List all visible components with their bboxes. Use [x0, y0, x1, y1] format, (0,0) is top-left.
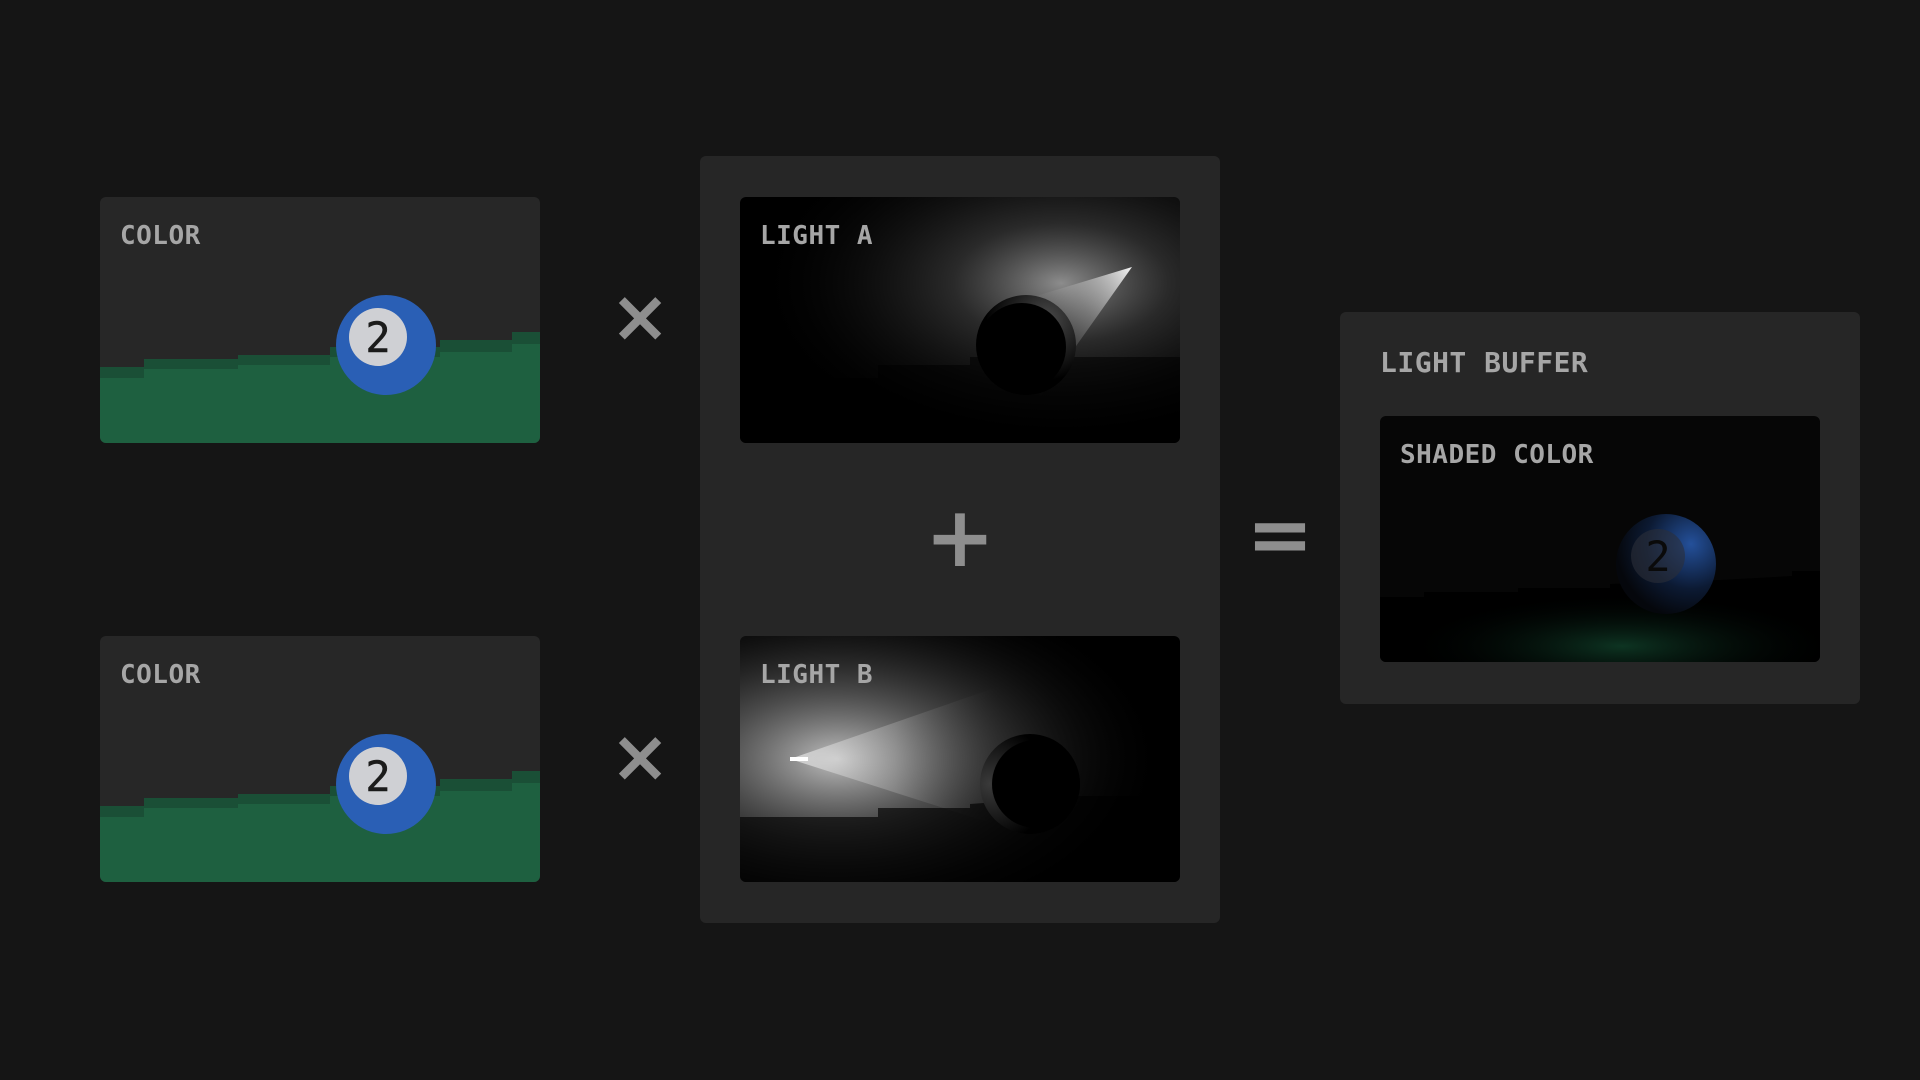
light-b-source	[790, 757, 808, 761]
shaded-color-panel: 2 SHADED COLOR	[1380, 416, 1820, 662]
panel-label: COLOR	[120, 221, 201, 251]
light-b-ball-core	[992, 740, 1080, 828]
panel-label: COLOR	[120, 660, 201, 690]
color-panel-bottom: 2 COLOR	[100, 636, 540, 882]
light-b-panel: LIGHT B	[740, 636, 1180, 882]
light-buffer-label: LIGHT BUFFER	[1380, 346, 1589, 379]
ball-number: 2	[365, 313, 390, 362]
multiply-operator-bottom: ×	[609, 714, 671, 798]
light-a-panel: LIGHT A	[740, 197, 1180, 443]
panel-label: SHADED COLOR	[1400, 440, 1594, 470]
equals-operator: =	[1246, 488, 1314, 581]
ball-number: 2	[365, 752, 390, 801]
light-a-ball-core	[978, 303, 1066, 391]
ball-number: 2	[1645, 532, 1670, 581]
add-operator: +	[924, 488, 996, 586]
panel-label: LIGHT B	[760, 660, 874, 690]
color-panel-top: 2 COLOR	[100, 197, 540, 443]
multiply-operator-top: ×	[609, 274, 671, 358]
panel-label: LIGHT A	[760, 221, 874, 251]
